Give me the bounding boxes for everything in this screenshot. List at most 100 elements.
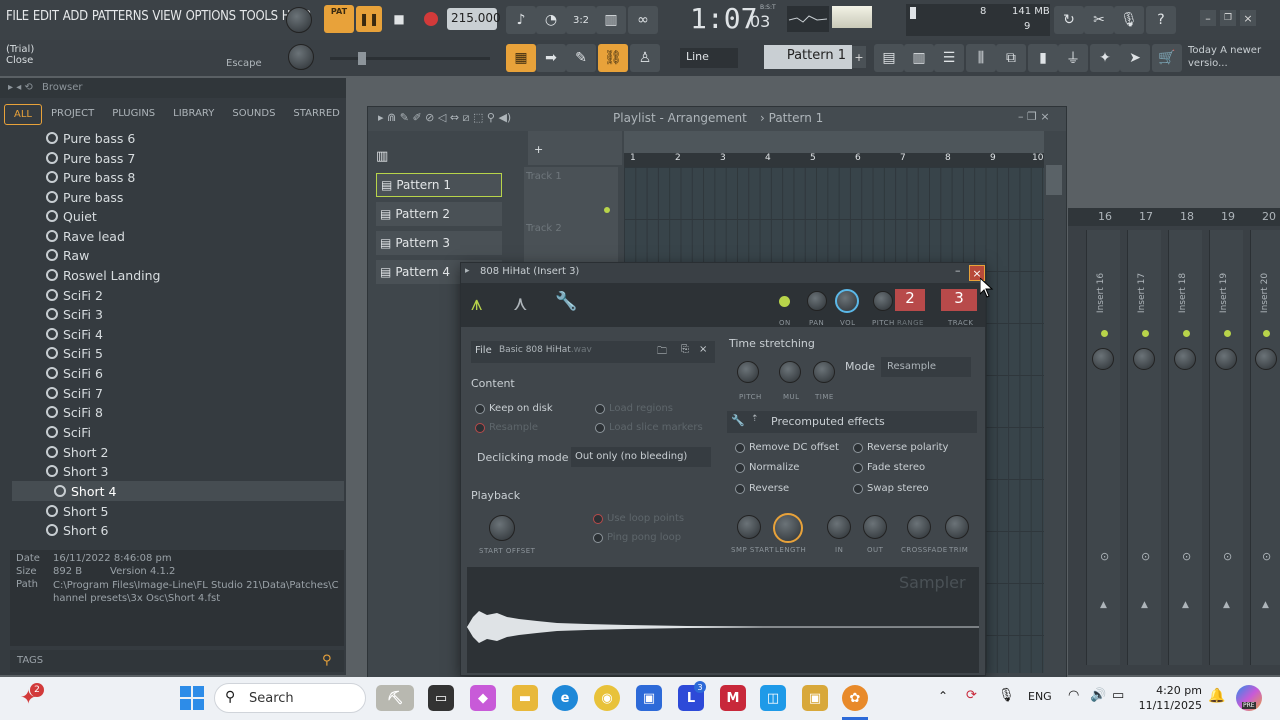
browser-item[interactable]: Raw [46,246,89,264]
fade-stereo-option[interactable]: Fade stereo [853,462,925,473]
speaker-icon[interactable]: 🔊 [1090,688,1106,703]
countdown-icon[interactable]: 3:2 [566,6,596,34]
wrench-tab-icon[interactable]: 🔧 [555,291,577,312]
pattern-item[interactable]: ▤ Pattern 1 [376,173,502,197]
stop-icon[interactable]: ■ [386,6,412,32]
menu-file[interactable]: FILE [4,9,31,24]
browser-item[interactable]: Pure bass 7 [46,149,135,167]
mixer-strip[interactable]: Insert 16 ⊙ ▲ [1086,230,1120,665]
browser-item[interactable]: Pure bass 8 [46,168,135,186]
pattern-item[interactable]: ▤ Pattern 2 [376,202,502,226]
piano-roll-view-icon[interactable]: ▥ [904,44,934,72]
loop-record-icon[interactable]: ∞ [628,6,658,34]
browser-item[interactable]: Short 3 [46,462,108,480]
mcafee-icon[interactable]: M [720,685,746,711]
master-pitch-knob[interactable] [288,44,314,70]
windows-start-icon[interactable] [180,686,204,710]
tab-library[interactable]: LIBRARY [164,104,223,125]
cut-icon[interactable]: ✂ [1084,6,1114,34]
browser-item[interactable]: Pure bass [46,188,123,206]
route-icon[interactable]: ⊙ [1223,550,1232,563]
trim-knob[interactable] [945,515,969,539]
folder-icon[interactable]: 🗀 [657,344,667,361]
menu-view[interactable]: VIEW [150,9,183,24]
route-up-icon[interactable]: ▲ [1141,600,1148,610]
waveform-tab-icon[interactable]: ⩚ [471,291,482,315]
metronome-icon[interactable]: ♪ [506,6,536,34]
step-edit-icon[interactable]: ▥ [596,6,626,34]
browser-arrows-icon[interactable]: ▸ ◂ ⟲ [8,82,33,93]
fl-studio-icon[interactable]: ✿ [842,685,868,711]
master-volume-knob[interactable] [286,7,312,33]
length-knob[interactable] [773,513,803,543]
minimize-icon[interactable]: – [1200,10,1216,26]
keep-on-disk-option[interactable]: Keep on disk [475,403,553,414]
browser-item[interactable]: Short 2 [46,443,108,461]
tab-sounds[interactable]: SOUNDS [223,104,284,125]
piano-keys-icon[interactable]: ▦ [506,44,536,72]
sampler-minimize-icon[interactable]: – [955,264,961,277]
browser-view-icon[interactable]: ▮ [1028,44,1058,72]
taskbar-search[interactable]: ⚲ Search [214,683,366,713]
volume-knob[interactable] [835,289,859,313]
news-panel[interactable]: Today A newer versio... [1188,44,1278,70]
envelope-tab-icon[interactable]: ⋏ [513,291,528,315]
tab-all[interactable]: ALL [4,104,42,125]
sampler-menu-icon[interactable]: ▸ [465,266,470,276]
tray-sync-icon[interactable]: ⟳ [966,688,977,703]
add-track-icon[interactable]: + [534,143,543,156]
playlist-scrollbar-h[interactable] [624,131,1044,153]
track-box[interactable]: 3 [941,289,977,311]
insert-led-icon[interactable] [1183,330,1190,337]
record-icon[interactable] [418,6,444,32]
tray-mic-icon[interactable]: 🎙 [998,688,1015,703]
reverse-polarity-option[interactable]: Reverse polarity [853,442,948,453]
file-name-field[interactable]: Basic 808 HiHat.wav [499,345,592,355]
browser-item[interactable]: SciFi 7 [46,384,103,402]
pat-song-toggle[interactable]: PAT [324,5,354,33]
ts-pitch-knob[interactable] [737,361,759,383]
mode-select[interactable]: Resample [881,357,971,377]
route-icon[interactable]: ⊙ [1100,550,1109,563]
microphone-icon[interactable]: 🎙 [1114,6,1144,34]
notification-bell-icon[interactable]: 🔔 [1208,688,1225,704]
browser-item[interactable]: SciFi [46,423,91,441]
app-blue-icon[interactable]: ◫ [760,685,786,711]
route-up-icon[interactable]: ▲ [1182,600,1189,610]
track-led-icon[interactable] [604,207,610,213]
menu-options[interactable]: OPTIONS [184,9,238,24]
waveform-display[interactable]: Sampler [467,567,979,673]
browser-item-selected[interactable]: Short 4 [54,482,116,500]
position-slider[interactable] [330,52,490,65]
mixer-strip[interactable]: Insert 19 ⊙ ▲ [1209,230,1243,665]
rename-icon[interactable]: ⎘ [681,344,689,355]
mixer-strip[interactable]: Insert 17 ⊙ ▲ [1127,230,1161,665]
clock[interactable]: 4:20 pm 11/11/2025 [1138,683,1202,713]
restore-icon[interactable]: ❐ [1220,10,1236,26]
menu-tools[interactable]: TOOLS [238,9,280,24]
slider-handle[interactable] [358,52,366,65]
playlist-view-icon[interactable]: ▤ [874,44,904,72]
tips-icon[interactable]: ➤ [1120,44,1150,72]
smp-start-knob[interactable] [737,515,761,539]
browser-item[interactable]: SciFi 4 [46,325,103,343]
normalize-option[interactable]: Normalize [735,462,799,473]
mixer-view-icon[interactable]: ⫼ [966,44,996,72]
playlist-scrollbar-v[interactable] [1046,165,1062,195]
route-icon[interactable]: ⊙ [1182,550,1191,563]
insert-pan-knob[interactable] [1133,348,1155,370]
tab-project[interactable]: PROJECT [42,104,103,125]
browser-item[interactable]: SciFi 3 [46,305,103,323]
pattern-selector[interactable]: Pattern 1 [764,45,852,69]
undo-history-icon[interactable]: ↻ [1054,6,1084,34]
reverse-option[interactable]: Reverse [735,483,789,494]
browser-item[interactable]: Quiet [46,207,97,225]
piano-icon[interactable]: ▥ [376,149,388,164]
copilot-pre-icon[interactable]: PRE [1236,685,1262,711]
browser-item[interactable]: Short 6 [46,521,108,539]
store-icon[interactable]: ▣ [636,685,662,711]
link-icon[interactable]: ⛓ [598,44,628,72]
tab-plugins[interactable]: PLUGINS [103,104,164,125]
track-2-label[interactable]: Track 2 [526,223,562,234]
edge-icon[interactable]: e [552,685,578,711]
